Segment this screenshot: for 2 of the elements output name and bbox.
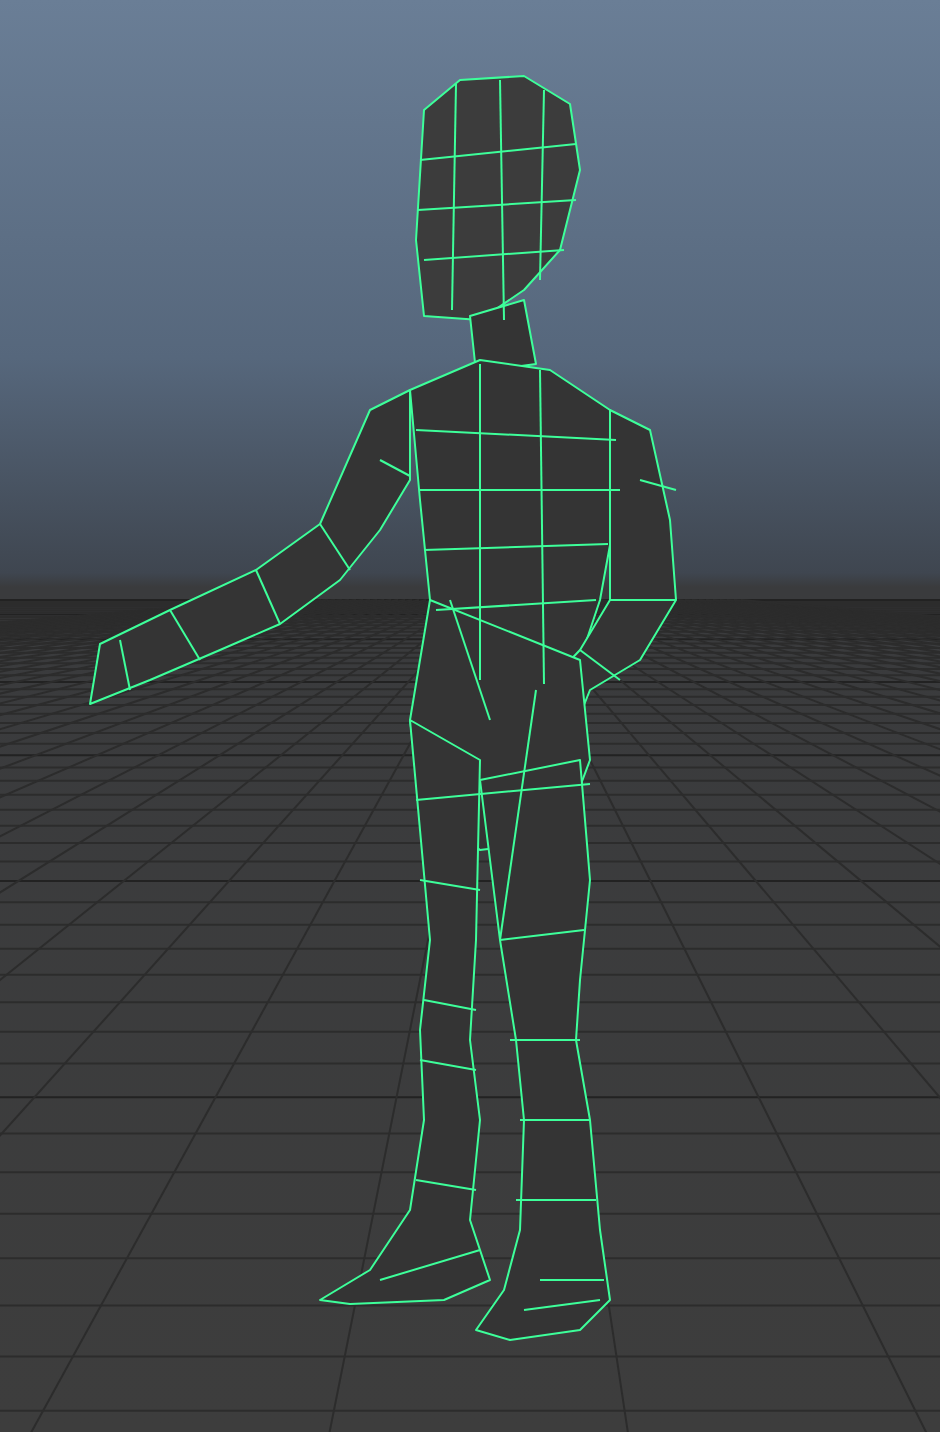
3d-viewport[interactable] bbox=[0, 0, 940, 1432]
character-drawing[interactable] bbox=[89, 75, 677, 1341]
